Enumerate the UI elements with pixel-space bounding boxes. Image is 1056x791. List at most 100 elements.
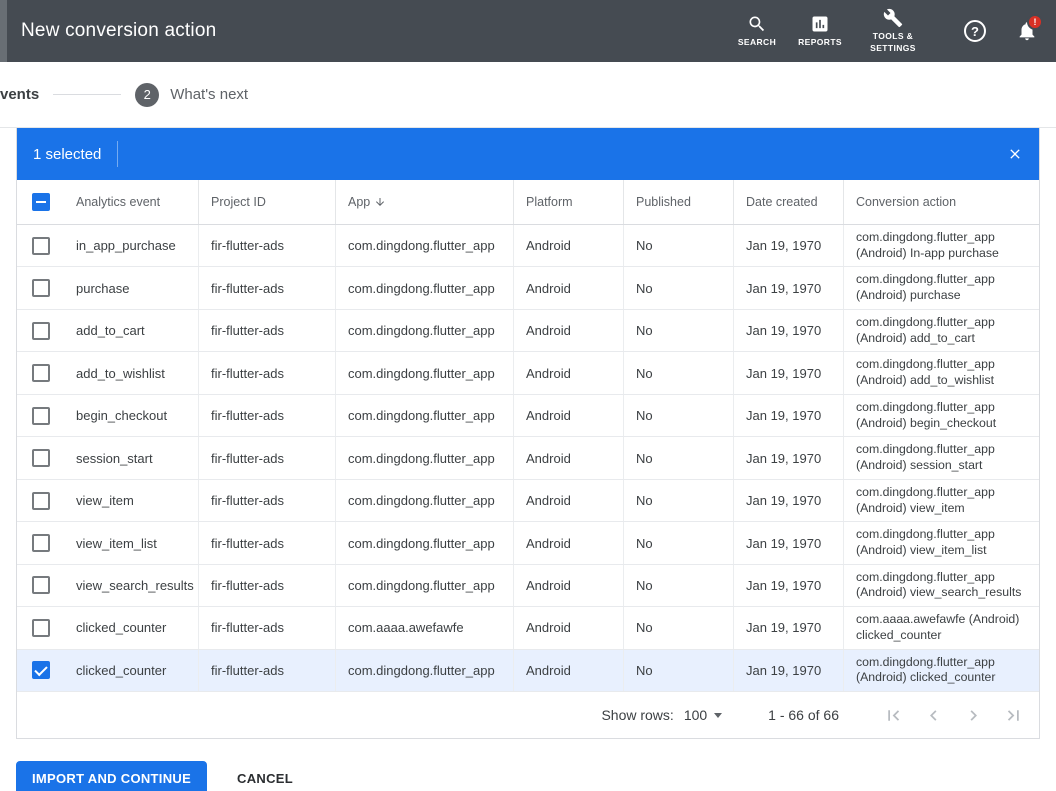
cell-project-id: fir-flutter-ads [198,437,335,478]
cell-platform: Android [513,395,623,436]
cell-date-created: Jan 19, 1970 [733,650,843,691]
tools-settings-nav-button[interactable]: TOOLS & SETTINGS [864,8,922,53]
selection-header: 1 selected [17,128,1039,180]
cell-published: No [623,607,733,648]
table-row[interactable]: in_app_purchase fir-flutter-ads com.ding… [17,225,1039,267]
cell-conversion-action: com.dingdong.flutter_app (Android) add_t… [843,352,1039,393]
select-all-checkbox[interactable] [32,193,50,211]
step2-label: What's next [170,86,248,103]
wrench-icon [883,8,903,28]
cell-published: No [623,480,733,521]
previous-page-button[interactable] [913,703,953,727]
cell-analytics-event: in_app_purchase [64,238,198,253]
table-footer: Show rows: 100 1 - 66 of 66 [17,692,1039,738]
cell-conversion-action: com.dingdong.flutter_app (Android) In-ap… [843,225,1039,266]
row-checkbox[interactable] [32,449,50,467]
table-row[interactable]: purchase fir-flutter-ads com.dingdong.fl… [17,267,1039,309]
next-page-button[interactable] [953,703,993,727]
row-checkbox[interactable] [32,237,50,255]
cell-platform: Android [513,522,623,563]
cell-published: No [623,395,733,436]
cell-app: com.dingdong.flutter_app [335,267,513,308]
table-row[interactable]: add_to_wishlist fir-flutter-ads com.ding… [17,352,1039,394]
cell-conversion-action: com.dingdong.flutter_app (Android) click… [843,650,1039,691]
chevron-left-icon [923,705,944,726]
row-checkbox[interactable] [32,279,50,297]
chevron-right-icon [963,705,984,726]
row-checkbox[interactable] [32,661,50,679]
cell-published: No [623,565,733,606]
stepper: vents 2 What's next [0,62,1056,127]
last-page-button[interactable] [993,703,1033,727]
cell-project-id: fir-flutter-ads [198,480,335,521]
reports-nav-button[interactable]: REPORTS [798,14,842,48]
cell-app: com.aaaa.awefawfe [335,607,513,648]
cell-platform: Android [513,607,623,648]
cell-date-created: Jan 19, 1970 [733,522,843,563]
row-checkbox[interactable] [32,492,50,510]
column-header-date-created[interactable]: Date created [733,180,843,224]
cell-analytics-event: session_start [64,451,198,466]
import-and-continue-button[interactable]: IMPORT AND CONTINUE [16,761,207,791]
row-checkbox[interactable] [32,534,50,552]
pagination-range: 1 - 66 of 66 [768,707,839,723]
cell-platform: Android [513,225,623,266]
close-selection-button[interactable] [1007,146,1023,162]
row-checkbox[interactable] [32,619,50,637]
cancel-button[interactable]: CANCEL [237,771,293,786]
cell-analytics-event: purchase [64,281,198,296]
help-button[interactable]: ? [964,20,986,42]
topbar-actions: SEARCH REPORTS TOOLS & SETTINGS ? ! [716,8,1056,53]
cell-date-created: Jan 19, 1970 [733,607,843,648]
cell-analytics-event: add_to_wishlist [64,366,198,381]
page-title: New conversion action [21,20,216,42]
close-icon [1007,146,1023,162]
show-rows-select[interactable]: 100 [684,707,722,723]
table-row[interactable]: clicked_counter fir-flutter-ads com.ding… [17,650,1039,692]
row-checkbox[interactable] [32,322,50,340]
cell-platform: Android [513,480,623,521]
column-header-project-id[interactable]: Project ID [198,180,335,224]
notification-badge: ! [1027,14,1043,30]
cell-published: No [623,310,733,351]
cell-app: com.dingdong.flutter_app [335,480,513,521]
table-row[interactable]: view_search_results fir-flutter-ads com.… [17,565,1039,607]
cell-conversion-action: com.dingdong.flutter_app (Android) purch… [843,267,1039,308]
selected-count: 1 selected [33,146,101,163]
table-row[interactable]: add_to_cart fir-flutter-ads com.dingdong… [17,310,1039,352]
cell-platform: Android [513,437,623,478]
search-icon [747,14,767,34]
cell-published: No [623,225,733,266]
first-page-button[interactable] [873,703,913,727]
notifications-button[interactable]: ! [1016,20,1038,42]
row-checkbox[interactable] [32,576,50,594]
column-header-published[interactable]: Published [623,180,733,224]
cell-conversion-action: com.dingdong.flutter_app (Android) add_t… [843,310,1039,351]
row-checkbox[interactable] [32,407,50,425]
column-header-analytics-event[interactable]: Analytics event [64,195,198,209]
cell-conversion-action: com.aaaa.awefawfe (Android) clicked_coun… [843,607,1039,648]
row-checkbox[interactable] [32,364,50,382]
cell-app: com.dingdong.flutter_app [335,225,513,266]
column-header-app[interactable]: App [335,180,513,224]
cell-date-created: Jan 19, 1970 [733,565,843,606]
cell-analytics-event: view_item [64,493,198,508]
cell-conversion-action: com.dingdong.flutter_app (Android) view_… [843,565,1039,606]
pagination-controls [873,703,1033,727]
column-header-platform[interactable]: Platform [513,180,623,224]
search-nav-button[interactable]: SEARCH [738,14,776,48]
topbar: New conversion action SEARCH REPORTS TOO… [0,0,1056,62]
sort-descending-icon [374,196,386,208]
stepper-connector [53,94,121,95]
table-row[interactable]: session_start fir-flutter-ads com.dingdo… [17,437,1039,479]
table-row[interactable]: view_item_list fir-flutter-ads com.dingd… [17,522,1039,564]
table-row[interactable]: clicked_counter fir-flutter-ads com.aaaa… [17,607,1039,649]
cell-project-id: fir-flutter-ads [198,352,335,393]
table-header-row: Analytics event Project ID App Platform … [17,180,1039,225]
column-header-conversion-action[interactable]: Conversion action [843,180,1039,224]
table-row[interactable]: view_item fir-flutter-ads com.dingdong.f… [17,480,1039,522]
search-nav-label: SEARCH [738,37,776,48]
cell-analytics-event: begin_checkout [64,408,198,423]
show-rows-label: Show rows: [601,707,673,723]
table-row[interactable]: begin_checkout fir-flutter-ads com.dingd… [17,395,1039,437]
